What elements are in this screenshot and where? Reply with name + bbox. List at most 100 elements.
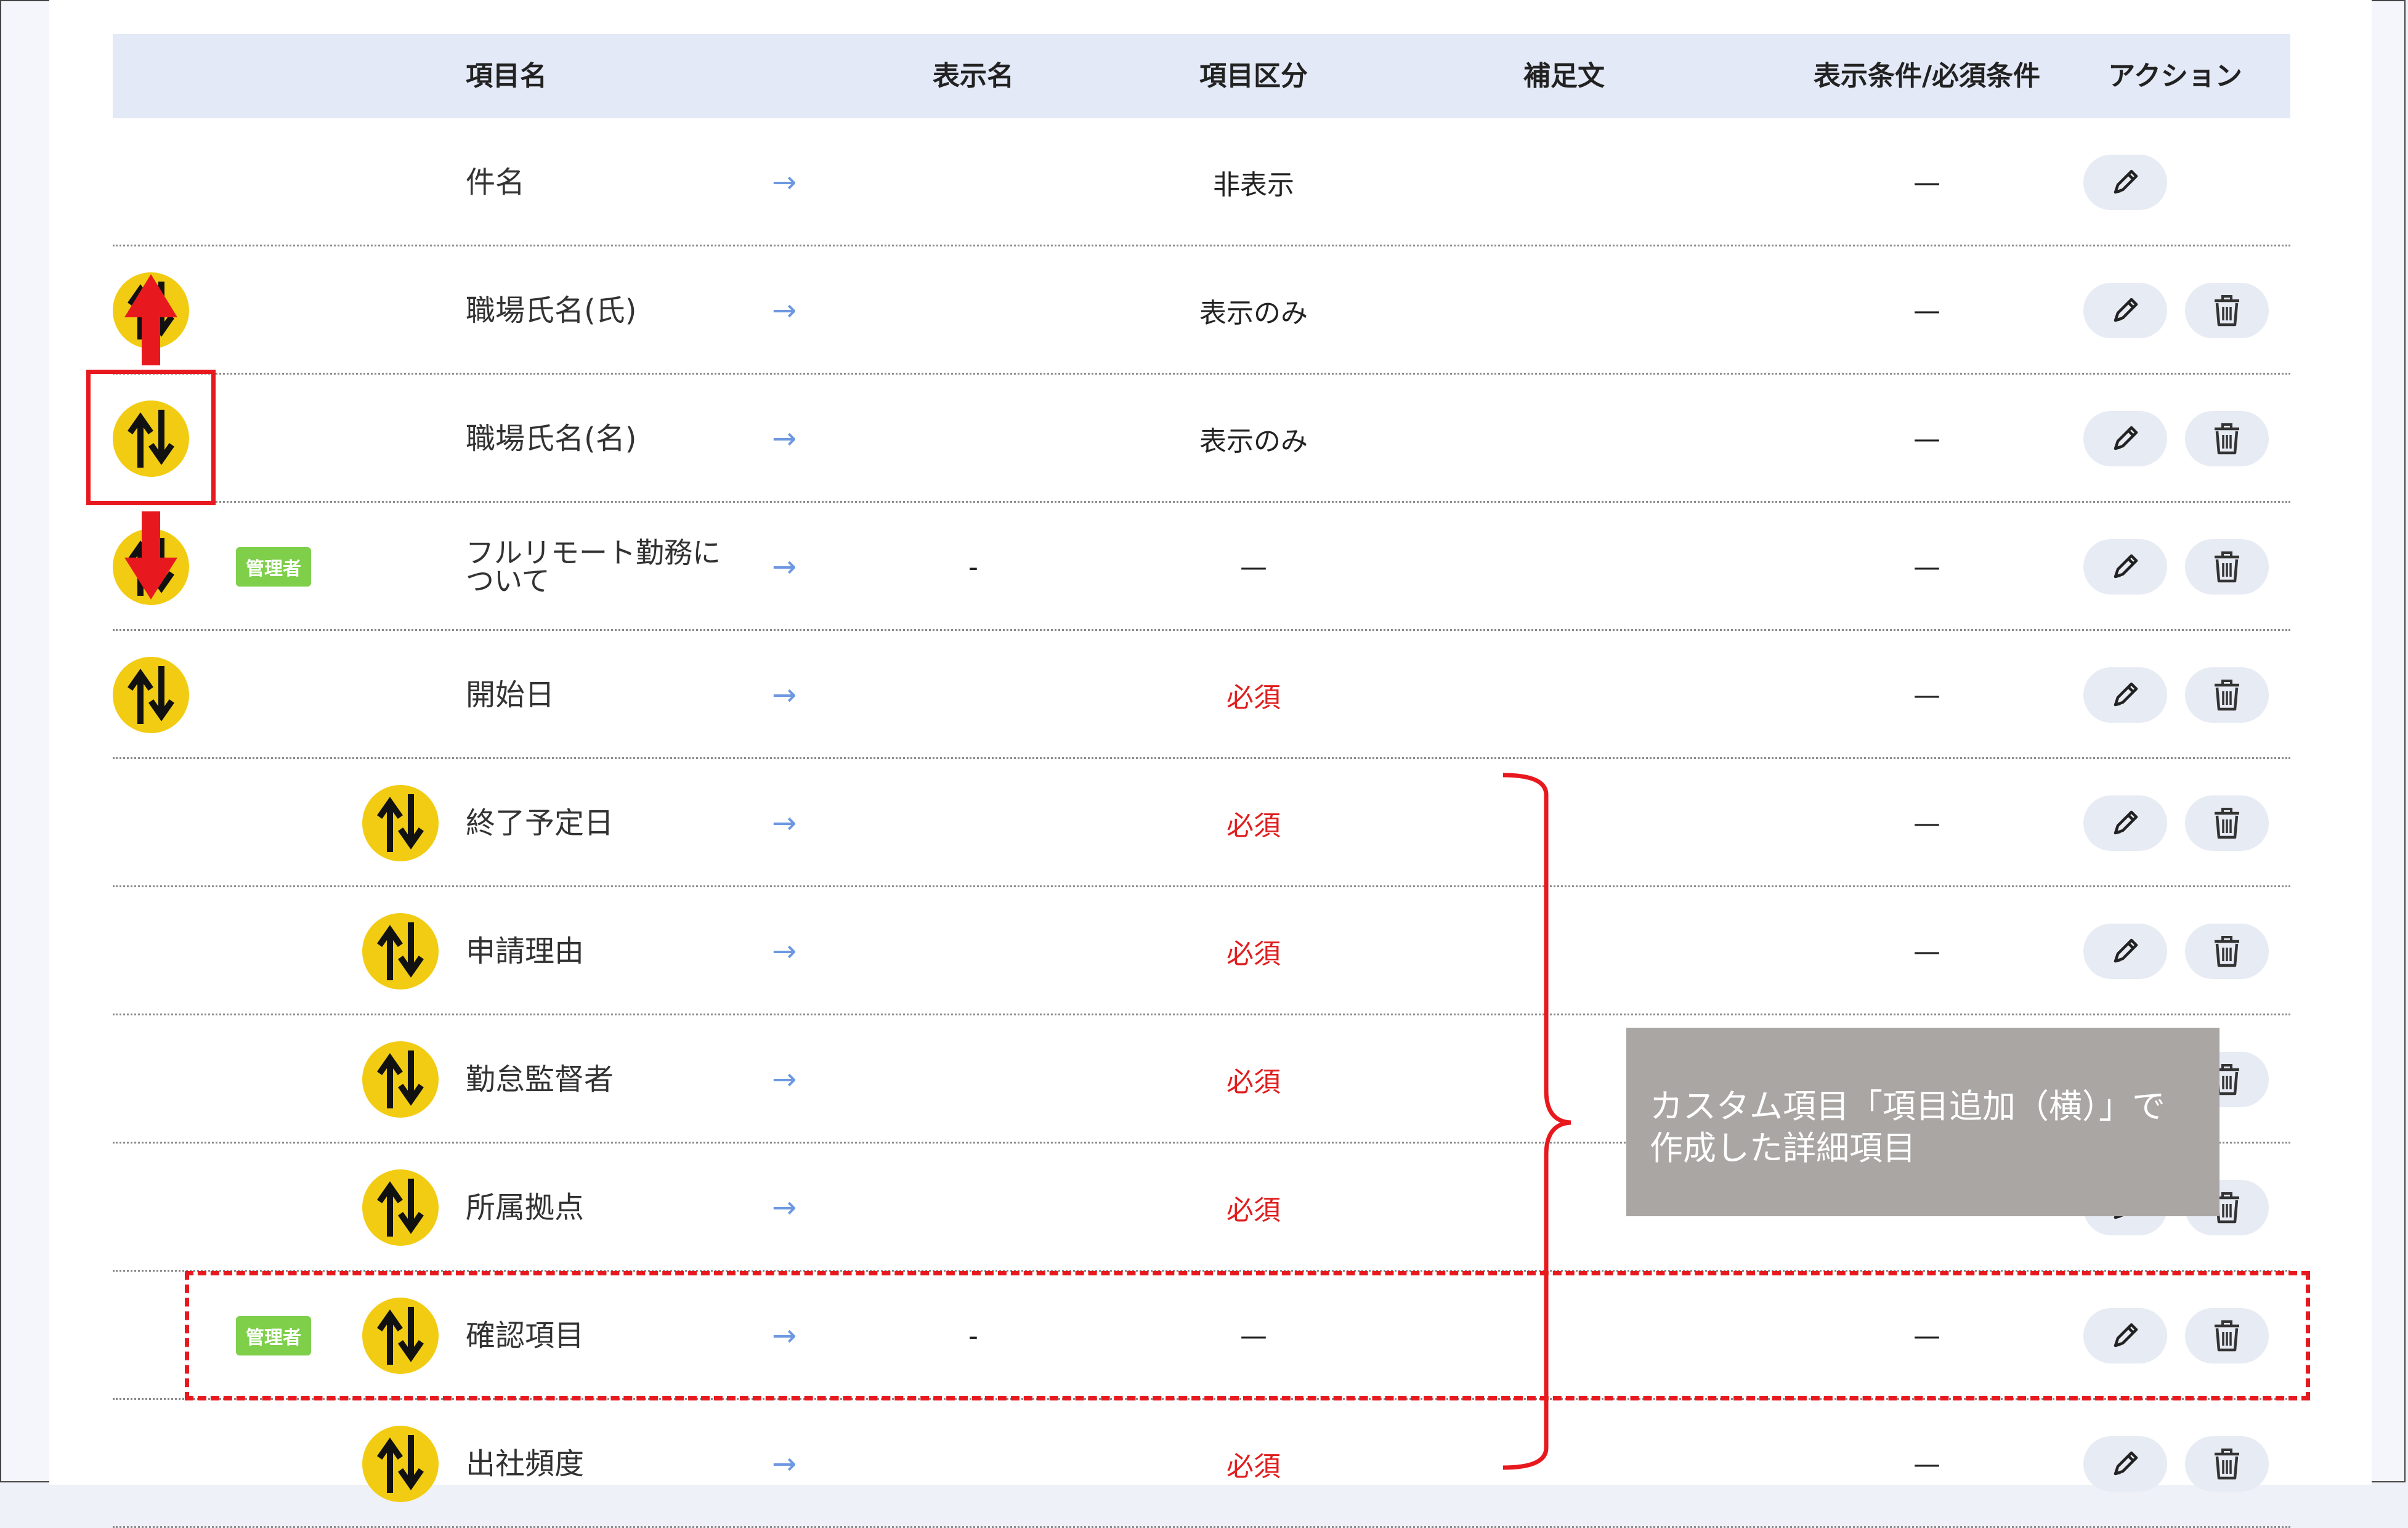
item-name: 所属拠点 xyxy=(466,1190,585,1225)
trash-icon xyxy=(2215,551,2239,583)
edit-button[interactable] xyxy=(2083,539,2167,595)
edit-button[interactable] xyxy=(2083,795,2167,851)
item-kubun: 必須 xyxy=(1226,810,1281,842)
reorder-cell xyxy=(362,887,439,1015)
edit-cell xyxy=(2083,503,2167,631)
item-name-line-2: ついて xyxy=(466,564,550,598)
arrow-right-icon[interactable]: → xyxy=(772,421,797,456)
item-kubun: 必須 xyxy=(1226,938,1281,970)
detail-arrow-cell: → xyxy=(772,118,797,246)
item-name-cell: 勤怠監督者 xyxy=(466,1015,614,1144)
reorder-handle[interactable] xyxy=(362,913,439,990)
arrow-right-icon[interactable]: → xyxy=(772,1447,797,1481)
arrow-right-icon[interactable]: → xyxy=(772,1062,797,1097)
trash-icon xyxy=(2215,680,2239,711)
condition: — xyxy=(1913,423,1940,455)
table-row-subject: 件名 → 非表示 — xyxy=(113,118,2290,246)
item-name-cell: 出社頻度 xyxy=(466,1400,584,1528)
edit-cell xyxy=(2083,246,2167,375)
table-row-workplace-given-name: 職場氏名(名) → 表示のみ — xyxy=(113,375,2290,503)
kubun-cell: 必須 xyxy=(1226,887,1281,1015)
reorder-cell xyxy=(362,1400,439,1528)
item-name-cell: フルリモート勤務に ついて xyxy=(466,503,749,631)
header-note: 補足文 xyxy=(1523,60,1605,92)
item-name-cell: 終了予定日 xyxy=(466,759,614,887)
condition: — xyxy=(1913,295,1940,327)
item-name-cell: 開始日 xyxy=(466,631,554,759)
reorder-handle[interactable] xyxy=(362,1426,439,1502)
up-down-arrows-icon xyxy=(377,1050,424,1108)
edit-button[interactable] xyxy=(2083,155,2167,210)
condition: — xyxy=(1913,551,1940,583)
delete-button[interactable] xyxy=(2185,667,2269,723)
kubun-cell: 必須 xyxy=(1226,631,1281,759)
arrow-right-icon[interactable]: → xyxy=(772,806,797,840)
delete-button[interactable] xyxy=(2185,924,2269,979)
reorder-handle[interactable] xyxy=(113,657,189,733)
item-kubun: 表示のみ xyxy=(1199,426,1308,457)
edit-button[interactable] xyxy=(2083,924,2167,979)
edit-cell xyxy=(2083,375,2167,503)
item-kubun: 必須 xyxy=(1226,1067,1281,1098)
delete-button[interactable] xyxy=(2185,1436,2269,1492)
item-kubun: 表示のみ xyxy=(1199,298,1308,329)
item-kubun: 非表示 xyxy=(1213,169,1294,201)
header-condition: 表示条件/必須条件 xyxy=(1813,60,2041,92)
delete-button[interactable] xyxy=(2185,411,2269,466)
reorder-cell xyxy=(362,1144,439,1272)
item-name-cell: 職場氏名(名) xyxy=(466,375,636,503)
table-header: 項目名 表示名 項目区分 補足文 表示条件/必須条件 アクション xyxy=(113,34,2290,118)
item-kubun: 必須 xyxy=(1226,1451,1281,1482)
item-kubun: — xyxy=(1240,551,1267,583)
reorder-handle[interactable] xyxy=(362,785,439,861)
arrow-right-icon[interactable]: → xyxy=(772,550,797,584)
condition-cell: — xyxy=(1913,118,1940,246)
arrow-right-icon[interactable]: → xyxy=(772,165,797,200)
detail-arrow-cell: → xyxy=(772,759,797,887)
item-name: 勤怠監督者 xyxy=(466,1062,614,1097)
delete-button[interactable] xyxy=(2185,283,2269,338)
condition: — xyxy=(1913,1448,1940,1480)
delete-cell xyxy=(2185,1400,2269,1528)
edit-button[interactable] xyxy=(2083,667,2167,723)
trash-icon xyxy=(2215,1449,2239,1480)
reorder-cell xyxy=(362,759,439,887)
kubun-cell: 必須 xyxy=(1226,759,1281,887)
reorder-cell xyxy=(362,1015,439,1144)
delete-cell xyxy=(2185,503,2269,631)
item-name: 職場氏名(名) xyxy=(466,421,637,456)
trash-icon xyxy=(2215,295,2239,327)
edit-cell xyxy=(2083,118,2167,246)
item-name: 申請理由 xyxy=(466,934,585,969)
item-name: 終了予定日 xyxy=(466,806,614,840)
item-kubun: 必須 xyxy=(1226,1195,1281,1226)
condition-cell: — xyxy=(1913,503,1940,631)
arrow-right-icon[interactable]: → xyxy=(772,1190,797,1225)
edit-button[interactable] xyxy=(2083,1436,2167,1492)
delete-button[interactable] xyxy=(2185,795,2269,851)
reorder-handle[interactable] xyxy=(362,1169,439,1246)
condition: — xyxy=(1913,807,1940,839)
kubun-cell: 非表示 xyxy=(1213,118,1294,246)
detail-arrow-cell: → xyxy=(772,1400,797,1528)
pencil-icon xyxy=(2114,1451,2138,1476)
edit-button[interactable] xyxy=(2083,411,2167,466)
table-row-workplace-surname: 職場氏名(氏) → 表示のみ — xyxy=(113,246,2290,375)
arrow-right-icon[interactable]: → xyxy=(772,678,797,712)
reorder-handle[interactable] xyxy=(362,1041,439,1118)
table-row-office-frequency: 出社頻度 → 必須 — xyxy=(113,1400,2290,1528)
delete-cell xyxy=(2185,246,2269,375)
arrow-right-icon[interactable]: → xyxy=(772,934,797,969)
kubun-cell: 必須 xyxy=(1226,1015,1281,1144)
pencil-icon xyxy=(2114,810,2138,835)
delete-button[interactable] xyxy=(2185,539,2269,595)
item-name: 開始日 xyxy=(466,678,555,712)
badge-cell: 管理者 xyxy=(236,503,311,631)
arrow-right-icon[interactable]: → xyxy=(772,293,797,328)
detail-arrow-cell: → xyxy=(772,1015,797,1144)
delete-cell xyxy=(2185,887,2269,1015)
up-down-arrows-icon xyxy=(377,794,424,852)
edit-button[interactable] xyxy=(2083,283,2167,338)
condition-cell: — xyxy=(1913,631,1940,759)
kubun-cell: — xyxy=(1240,503,1267,631)
